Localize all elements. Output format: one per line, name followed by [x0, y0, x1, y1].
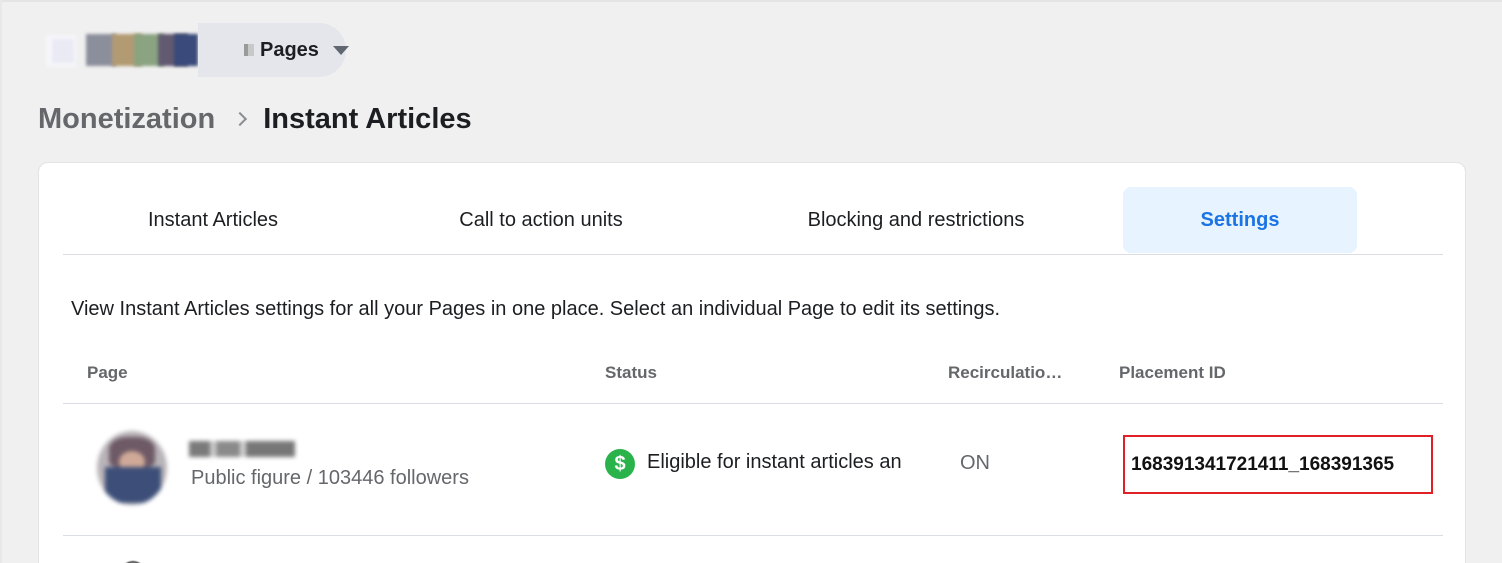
placement-id[interactable]: 168391341721411_168391365 [1131, 454, 1419, 476]
tab-call-to-action-units[interactable]: Call to action units [391, 187, 691, 253]
column-header-recirculation[interactable]: Recirculation… [948, 363, 1070, 383]
table-header: Page Status Recirculation… Placement ID [63, 353, 1443, 404]
status-text: Eligible for instant articles and [647, 451, 901, 473]
page-name-redacted[interactable] [189, 441, 295, 457]
chevron-right-icon [233, 111, 248, 127]
intro-text: View Instant Articles settings for all y… [71, 298, 1001, 320]
column-header-page[interactable]: Page [87, 363, 128, 383]
account-switcher-label-group[interactable]: Pages [244, 37, 349, 63]
column-header-placement-id[interactable]: Placement ID [1119, 363, 1226, 383]
tab-bar: Instant Articles Call to action units Bl… [63, 187, 1443, 255]
tab-settings[interactable]: Settings [1123, 187, 1357, 253]
recirculation-value: ON [960, 452, 990, 474]
window-top-border [0, 0, 1502, 2]
page-icon [244, 44, 254, 56]
page-avatar[interactable] [97, 431, 167, 505]
window-left-border [0, 0, 2, 563]
breadcrumb-parent[interactable]: Monetization [38, 103, 215, 136]
dollar-circle-icon: $ [605, 449, 635, 479]
table-row[interactable]: Public figure / 103446 followers $ Eligi… [63, 405, 1443, 536]
breadcrumb: Monetization Instant Articles [38, 100, 472, 138]
account-switcher[interactable]: Pages [38, 23, 349, 77]
account-switcher-label: Pages [260, 38, 319, 61]
tab-instant-articles[interactable]: Instant Articles [63, 187, 363, 253]
page-meta: Public figure / 103446 followers [191, 467, 469, 489]
tab-blocking-and-restrictions[interactable]: Blocking and restrictions [763, 187, 1069, 253]
settings-card: Instant Articles Call to action units Bl… [38, 162, 1466, 563]
page-title: Instant Articles [263, 102, 472, 135]
account-avatars-blurred [38, 23, 198, 77]
column-header-status[interactable]: Status [605, 363, 657, 383]
placement-id-highlight: 168391341721411_168391365 [1123, 435, 1433, 494]
chevron-down-icon[interactable] [332, 45, 349, 55]
